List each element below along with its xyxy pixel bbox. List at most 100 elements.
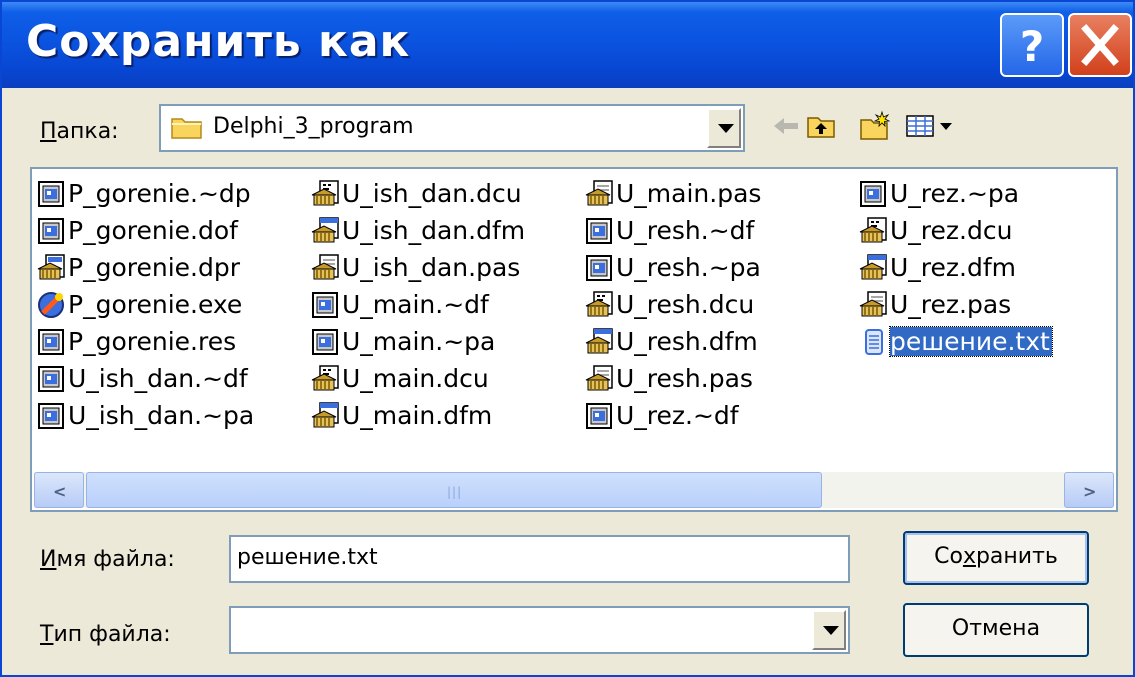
scroll-right-button[interactable]: > <box>1064 472 1114 508</box>
file-item[interactable]: U_resh.pas <box>584 360 761 397</box>
pascal-source-icon <box>585 179 613 205</box>
delphi-form-icon <box>311 401 339 427</box>
file-name: U_ish_dan.~df <box>68 364 248 393</box>
file-item[interactable]: U_main.dcu <box>310 360 525 397</box>
save-button[interactable]: Сохранить <box>903 531 1089 585</box>
form-file-icon <box>38 402 64 429</box>
file-name: U_main.~df <box>342 290 489 319</box>
file-item[interactable]: U_rez.pas <box>858 286 1052 323</box>
help-button[interactable]: ? <box>1000 13 1064 77</box>
question-icon: ? <box>1020 22 1044 71</box>
folder-dropdown-button[interactable] <box>707 108 741 148</box>
compiled-unit-icon <box>311 179 339 205</box>
form-file-icon <box>38 365 64 392</box>
file-item[interactable]: U_rez.~df <box>584 397 761 434</box>
folder-icon <box>171 118 202 139</box>
file-name: P_gorenie.dof <box>68 216 238 245</box>
file-name: U_resh.dfm <box>616 327 758 356</box>
text-file-icon <box>865 328 883 355</box>
file-item[interactable]: U_rez.dfm <box>858 249 1052 286</box>
file-name: U_rez.pas <box>890 290 1012 319</box>
form-file-icon <box>860 180 886 207</box>
file-name: U_resh.dcu <box>616 290 755 319</box>
file-name: U_rez.~pa <box>890 179 1020 208</box>
file-item[interactable]: U_ish_dan.~df <box>36 360 254 397</box>
scroll-left-button[interactable]: < <box>34 472 84 508</box>
dialog-title: Сохранить как <box>26 16 411 67</box>
file-item[interactable]: P_gorenie.res <box>36 323 254 360</box>
cancel-button[interactable]: Отмена <box>903 603 1089 657</box>
file-name: P_gorenie.~dp <box>68 179 251 208</box>
file-item[interactable]: U_resh.~pa <box>584 249 761 286</box>
compiled-unit-icon <box>585 290 613 316</box>
file-item[interactable]: P_gorenie.dof <box>36 212 254 249</box>
up-folder-icon[interactable] <box>805 110 837 142</box>
chevron-left-icon: < <box>53 482 67 501</box>
file-item[interactable]: U_ish_dan.~pa <box>36 397 254 434</box>
file-name: U_resh.pas <box>616 364 753 393</box>
file-name: U_ish_dan.pas <box>342 253 521 282</box>
chevron-right-icon: > <box>1083 482 1097 501</box>
file-item[interactable]: U_main.pas <box>584 175 761 212</box>
delphi-project-icon <box>37 253 65 279</box>
file-name: U_main.~pa <box>342 327 496 356</box>
file-name: U_ish_dan.~pa <box>68 401 255 430</box>
file-name: P_gorenie.dpr <box>68 253 240 282</box>
file-column: U_main.pas U_resh.~df U_resh.~pa U_resh.dcu… <box>584 175 761 434</box>
compiled-unit-icon <box>311 364 339 390</box>
form-file-icon <box>38 217 64 244</box>
file-item[interactable]: U_main.dfm <box>310 397 525 434</box>
file-item[interactable]: P_gorenie.~dp <box>36 175 254 212</box>
form-file-icon <box>312 328 338 355</box>
filename-input[interactable]: решение.txt <box>229 535 850 583</box>
form-file-icon <box>586 402 612 429</box>
title-bar[interactable]: Сохранить как ? <box>2 2 1133 88</box>
folder-label: Папка: <box>40 119 119 144</box>
file-name: U_main.dcu <box>342 364 489 393</box>
view-menu-icon[interactable] <box>904 110 960 142</box>
file-name: U_resh.~df <box>616 216 755 245</box>
file-item[interactable]: U_resh.dfm <box>584 323 761 360</box>
file-item[interactable]: U_main.~pa <box>310 323 525 360</box>
folder-name: Delphi_3_program <box>213 114 414 139</box>
file-item[interactable]: U_rez.~pa <box>858 175 1052 212</box>
file-column: U_rez.~pa U_rez.dcu U_rez.dfm U_rez.pas реше… <box>858 175 1053 360</box>
file-item[interactable]: решение.txt <box>858 323 1053 360</box>
file-name: решение.txt <box>889 326 1053 357</box>
file-item[interactable]: P_gorenie.exe <box>36 286 254 323</box>
file-name: U_main.dfm <box>342 401 493 430</box>
form-file-icon <box>586 254 612 281</box>
file-name: P_gorenie.exe <box>68 290 243 319</box>
file-item[interactable]: U_ish_dan.pas <box>310 249 525 286</box>
executable-icon <box>38 291 64 318</box>
back-icon[interactable] <box>770 110 802 142</box>
file-item[interactable]: U_ish_dan.dfm <box>310 212 525 249</box>
file-item[interactable]: U_ish_dan.dcu <box>310 175 525 212</box>
file-name: U_rez.dfm <box>890 253 1017 282</box>
form-file-icon <box>312 291 338 318</box>
pascal-source-icon <box>859 290 887 316</box>
folder-select[interactable]: Delphi_3_program <box>159 104 745 152</box>
new-folder-icon[interactable] <box>858 110 890 142</box>
close-button[interactable] <box>1068 13 1132 77</box>
scroll-thumb[interactable]: ||| <box>86 472 822 508</box>
svg-text:?: ? <box>1020 22 1044 71</box>
file-item[interactable]: P_gorenie.dpr <box>36 249 254 286</box>
form-file-icon <box>586 217 612 244</box>
file-name: U_resh.~pa <box>616 253 761 282</box>
pascal-source-icon <box>585 364 613 390</box>
file-list[interactable]: P_gorenie.~dp P_gorenie.dof P_gorenie.dpr P… <box>30 167 1118 512</box>
file-column: P_gorenie.~dp P_gorenie.dof P_gorenie.dpr P… <box>36 175 254 434</box>
pascal-source-icon <box>311 253 339 279</box>
filetype-dropdown-button[interactable] <box>812 610 846 650</box>
file-item[interactable]: U_resh.dcu <box>584 286 761 323</box>
filetype-select[interactable] <box>229 606 850 654</box>
file-item[interactable]: U_resh.~df <box>584 212 761 249</box>
form-file-icon <box>38 328 64 355</box>
file-item[interactable]: U_rez.dcu <box>858 212 1052 249</box>
file-name: U_rez.dcu <box>890 216 1013 245</box>
horizontal-scrollbar[interactable]: < ||| > <box>34 472 1114 508</box>
save-as-dialog: Сохранить как ? Папка: Delphi_3_program <box>0 0 1135 677</box>
delphi-form-icon <box>585 327 613 353</box>
file-item[interactable]: U_main.~df <box>310 286 525 323</box>
